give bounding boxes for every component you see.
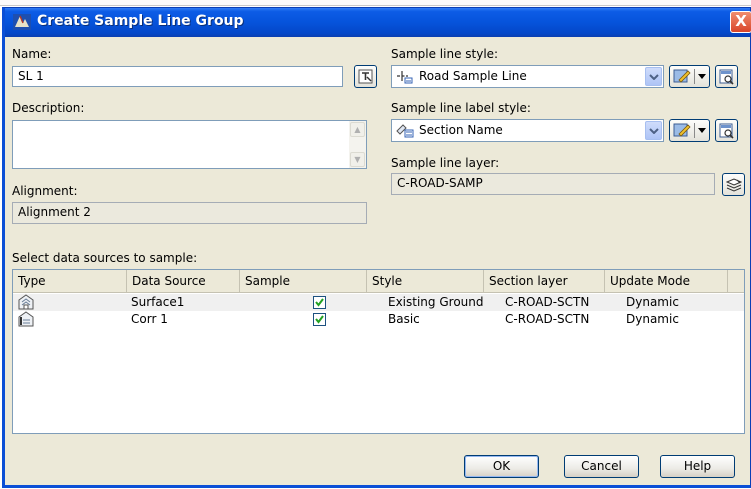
- layer-icon: [726, 178, 742, 192]
- chevron-down-icon[interactable]: [645, 121, 662, 140]
- edit-style-icon: [673, 123, 691, 137]
- sample-line-label-style-label: Sample line label style:: [391, 101, 531, 115]
- help-button[interactable]: Help: [660, 455, 735, 478]
- name-template-icon: [358, 69, 373, 84]
- ok-button[interactable]: OK: [464, 455, 539, 478]
- browse-icon: [719, 69, 734, 85]
- surface-icon: [18, 294, 34, 310]
- alignment-field: Alignment 2: [12, 202, 367, 224]
- sample-line-layer-label: Sample line layer:: [391, 156, 500, 170]
- dropdown-arrow-icon[interactable]: [698, 74, 706, 79]
- label-style-icon: [396, 124, 414, 138]
- sample-line-label-style-dropdown[interactable]: Section Name: [391, 119, 664, 142]
- close-button[interactable]: X: [730, 11, 751, 33]
- checkmark-icon: [315, 298, 324, 307]
- sample-line-label-style-browse-button[interactable]: [715, 119, 738, 142]
- edit-style-icon: [673, 69, 691, 83]
- civil3d-app-icon: [13, 14, 31, 30]
- sample-line-layer-button[interactable]: [722, 173, 745, 196]
- sample-line-style-browse-button[interactable]: [715, 65, 738, 88]
- description-scrollbar[interactable]: ▲ ▼: [349, 121, 366, 168]
- description-label: Description:: [12, 101, 85, 115]
- column-header-style[interactable]: Style: [367, 270, 484, 292]
- background-strip: [0, 0, 751, 6]
- split-separator: [694, 69, 695, 84]
- update-mode-cell: Dynamic: [626, 312, 679, 326]
- sample-line-label-style-value: Section Name: [419, 123, 503, 137]
- section-layer-cell: C-ROAD-SCTN: [505, 312, 590, 326]
- style-cell: Existing Ground: [388, 295, 484, 309]
- sample-line-style-edit-button[interactable]: [669, 65, 710, 88]
- column-header-data-source[interactable]: Data Source: [127, 270, 240, 292]
- corridor-icon: [18, 311, 34, 327]
- column-header-section-layer[interactable]: Section layer: [484, 270, 605, 292]
- checkmark-icon: [315, 315, 324, 324]
- name-label: Name:: [12, 47, 52, 61]
- scroll-down-arrow-icon[interactable]: ▼: [350, 152, 365, 167]
- column-header-type[interactable]: Type: [13, 270, 127, 292]
- section-layer-cell: C-ROAD-SCTN: [505, 295, 590, 309]
- split-separator: [694, 123, 695, 138]
- alignment-label: Alignment:: [12, 184, 78, 198]
- data-source-cell: Corr 1: [131, 312, 168, 326]
- table-row[interactable]: Surface1 Existing Ground C-ROAD-SCTN Dyn…: [13, 294, 744, 311]
- name-template-button[interactable]: [354, 65, 377, 88]
- scroll-up-arrow-icon[interactable]: ▲: [350, 122, 365, 137]
- dialog-title: Create Sample Line Group: [37, 13, 244, 29]
- data-sources-label: Select data sources to sample:: [12, 251, 198, 265]
- chevron-down-icon[interactable]: [645, 67, 662, 86]
- cancel-button[interactable]: Cancel: [564, 455, 639, 478]
- data-source-cell: Surface1: [131, 295, 185, 309]
- column-header-update-mode[interactable]: Update Mode: [605, 270, 728, 292]
- sample-line-label-style-edit-button[interactable]: [669, 119, 710, 142]
- update-mode-cell: Dynamic: [626, 295, 679, 309]
- browse-icon: [719, 123, 734, 139]
- sample-checkbox[interactable]: [313, 296, 326, 309]
- data-sources-table[interactable]: Type Data Source Sample Style Section la…: [12, 269, 745, 434]
- sample-line-layer-field: C-ROAD-SAMP: [391, 173, 715, 195]
- table-row[interactable]: Corr 1 Basic C-ROAD-SCTN Dynamic: [13, 311, 744, 328]
- name-field[interactable]: SL 1: [12, 66, 343, 87]
- sample-line-style-dropdown[interactable]: Road Sample Line: [391, 65, 664, 88]
- sample-line-style-value: Road Sample Line: [419, 69, 527, 83]
- column-header-sample[interactable]: Sample: [240, 270, 367, 292]
- style-cell: Basic: [388, 312, 420, 326]
- table-header: Type Data Source Sample Style Section la…: [13, 270, 744, 293]
- sample-checkbox[interactable]: [313, 313, 326, 326]
- description-field[interactable]: ▲ ▼: [12, 120, 367, 169]
- dropdown-arrow-icon[interactable]: [698, 128, 706, 133]
- create-sample-line-group-dialog: Create Sample Line Group X Name: SL 1 De…: [2, 7, 751, 488]
- sample-line-style-label: Sample line style:: [391, 47, 499, 61]
- sample-line-style-icon: [397, 71, 413, 84]
- title-bar[interactable]: Create Sample Line Group X: [5, 8, 751, 37]
